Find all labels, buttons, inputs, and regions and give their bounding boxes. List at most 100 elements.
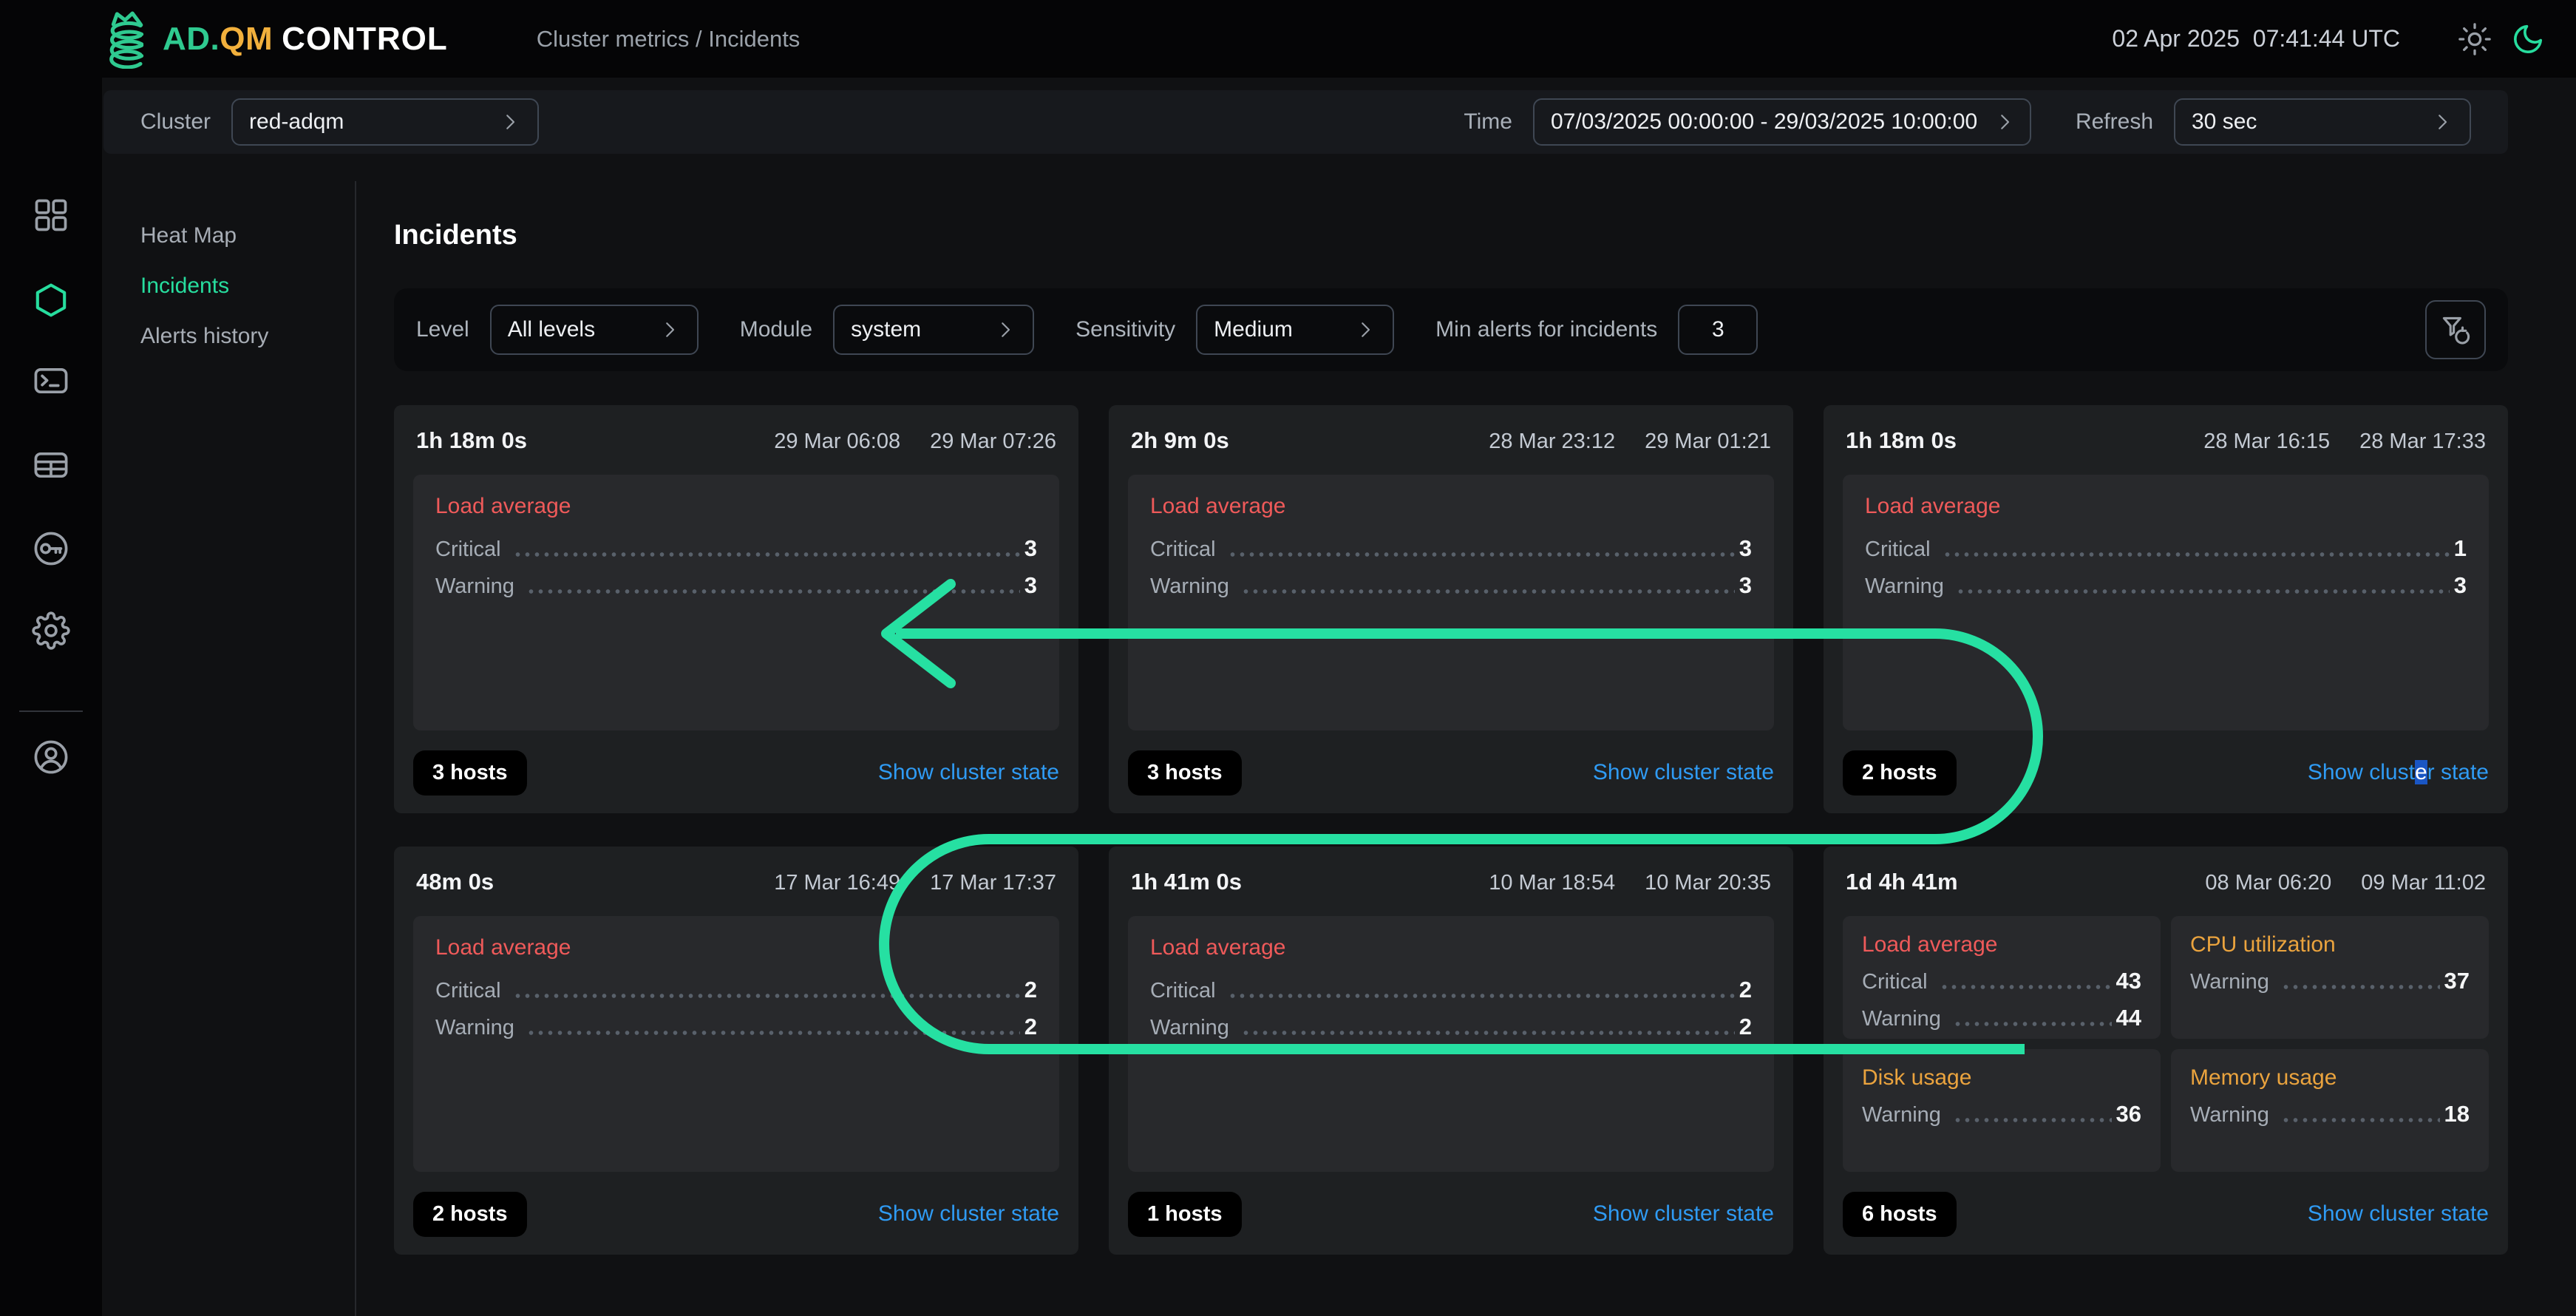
utc-clock: 02 Apr 2025 07:41:44 UTC	[2112, 25, 2400, 52]
breadcrumb[interactable]: Cluster metrics / Incidents	[537, 26, 801, 52]
metric-row: Warning3	[435, 572, 1037, 599]
refresh-select[interactable]: 30 sec	[2174, 98, 2471, 146]
chevron-right-icon	[1338, 319, 1376, 341]
cluster-select-value: red-adqm	[249, 109, 344, 135]
hosts-badge: 2 hosts	[1843, 750, 1957, 796]
metric-value: 2	[1739, 1014, 1752, 1040]
menu-item-heat-map[interactable]: Heat Map	[102, 211, 353, 261]
metric-value: 3	[1024, 535, 1037, 562]
metric-panel: Memory usageWarning18	[2171, 1049, 2489, 1172]
dotted-leader	[513, 994, 1020, 998]
sensitivity-select[interactable]: Medium	[1196, 305, 1394, 355]
incident-card-header: 1h 18m 0s29 Mar 06:0829 Mar 07:26	[413, 427, 1059, 454]
refresh-value: 30 sec	[2192, 109, 2257, 135]
module-value: system	[851, 317, 921, 342]
chevron-right-icon	[2415, 111, 2453, 133]
page-title: Incidents	[394, 220, 2508, 251]
metric-value: 2	[1024, 1014, 1037, 1040]
sidebar	[0, 0, 102, 1316]
incident-start-time: 10 Mar 18:54	[1489, 871, 1615, 895]
metric-value: 3	[1739, 572, 1752, 599]
metric-row: Critical2	[1150, 977, 1752, 1003]
cluster-toolbar: Cluster red-adqm Time 07/03/2025 00:00:0…	[103, 90, 2508, 154]
hosts-badge: 3 hosts	[1128, 750, 1242, 796]
sidebar-item-settings[interactable]	[32, 611, 70, 650]
metric-row: Warning3	[1865, 572, 2467, 599]
incident-dates: 28 Mar 16:1528 Mar 17:33	[2203, 430, 2486, 454]
incident-dates: 17 Mar 16:4917 Mar 17:37	[774, 871, 1056, 895]
incident-card: 48m 0s17 Mar 16:4917 Mar 17:37Load avera…	[394, 847, 1078, 1255]
moon-icon[interactable]	[2511, 22, 2545, 56]
terminal-icon	[32, 362, 70, 400]
menu-item-alerts-history[interactable]: Alerts history	[102, 311, 353, 362]
sidebar-item-incidents[interactable]	[32, 281, 70, 319]
incident-end-time: 10 Mar 20:35	[1645, 871, 1771, 895]
dotted-leader	[1241, 1031, 1735, 1035]
metric-panel: Load averageCritical2Warning2	[413, 916, 1059, 1172]
sidebar-item-dashboard[interactable]	[32, 196, 70, 234]
metric-label: Warning	[1862, 1007, 1941, 1031]
metric-label: Warning	[435, 1016, 514, 1040]
incident-dates: 10 Mar 18:54 10 Mar 20:35	[1489, 871, 1771, 895]
time-label: Time	[1464, 109, 1512, 135]
metric-value: 2	[1739, 977, 1752, 1003]
metric-row: Warning 2	[435, 1014, 1037, 1040]
module-select[interactable]: system	[833, 305, 1034, 355]
incidents-grid: 1h 18m 0s29 Mar 06:0829 Mar 07:26 Load av…	[394, 405, 2508, 1255]
link-text: r state	[2427, 760, 2489, 784]
chevron-right-icon	[1977, 111, 2016, 133]
metric-value: 18	[2444, 1101, 2470, 1127]
sidebar-item-terminal[interactable]	[32, 362, 70, 400]
app-logo-text: AD.QMCONTROL	[163, 21, 448, 58]
app-logo[interactable]: AD.QMCONTROL	[96, 10, 448, 69]
min-alerts-input[interactable]	[1678, 305, 1758, 355]
app-header: AD.QMCONTROL Cluster metrics / Incidents…	[0, 0, 2576, 78]
incident-dates: 29 Mar 06:0829 Mar 07:26	[774, 430, 1056, 454]
incident-end-time: 29 Mar 07:26	[930, 430, 1056, 454]
cluster-select[interactable]: red-adqm	[231, 98, 539, 146]
header-right: 02 Apr 2025 07:41:44 UTC	[2112, 22, 2545, 56]
incident-duration: 1d 4h 41m	[1846, 869, 1958, 895]
incident-metrics: Load averageCritical2Warning2	[413, 916, 1059, 1172]
metric-panel: Load averageCritical43Warning44	[1843, 916, 2161, 1039]
incident-metrics: Load averageCritical1Warning3	[1843, 475, 2489, 730]
metric-row: Warning 44	[1862, 1005, 2141, 1031]
reset-filters-button[interactable]	[2425, 300, 2486, 359]
dashboard-icon	[32, 196, 70, 234]
sidebar-item-account[interactable]	[32, 738, 70, 776]
sidebar-item-access[interactable]	[32, 529, 70, 568]
min-alerts-label: Min alerts for incidents	[1435, 317, 1657, 342]
sun-icon[interactable]	[2458, 22, 2492, 56]
level-select[interactable]: All levels	[490, 305, 699, 355]
filter-bar: Level All levels Module system Sensitivi…	[394, 288, 2508, 371]
metric-value: 2	[1024, 977, 1037, 1003]
gear-icon	[32, 611, 70, 650]
incident-end-time: 29 Mar 01:21	[1645, 430, 1771, 454]
incident-card-header: 2h 9m 0s28 Mar 23:1229 Mar 01:21	[1128, 427, 1774, 454]
dotted-leader	[526, 1031, 1020, 1035]
metric-label: Warning	[1150, 1016, 1229, 1040]
incident-card-header: 1h 18m 0s28 Mar 16:1528 Mar 17:33	[1843, 427, 2489, 454]
show-cluster-state-link[interactable]: Show cluster state	[1593, 1201, 1774, 1227]
metric-row: Critical2	[435, 977, 1037, 1003]
metric-value: 3	[2454, 572, 2467, 599]
hosts-badge: 1 hosts	[1128, 1192, 1242, 1237]
sidebar-item-tables[interactable]	[32, 446, 70, 484]
time-range-select[interactable]: 07/03/2025 00:00:00 - 29/03/2025 10:00:0…	[1533, 98, 2031, 146]
incident-duration: 48m 0s	[416, 869, 494, 895]
show-cluster-state-link[interactable]: Show cluster state	[878, 1201, 1059, 1227]
incident-card: 1h 41m 0s10 Mar 18:5410 Mar 20:35Load av…	[1109, 847, 1793, 1255]
incident-start-time: 08 Mar 06:20	[2205, 871, 2331, 895]
cluster-label: Cluster	[140, 109, 211, 135]
show-cluster-state-link[interactable]: Show cluster state	[878, 760, 1059, 785]
menu-item-incidents[interactable]: Incidents	[102, 261, 353, 311]
show-cluster-state-link[interactable]: Show cluster state	[2308, 1201, 2489, 1227]
metric-row: Critical43	[1862, 968, 2141, 994]
dotted-leader	[1228, 994, 1735, 998]
show-cluster-state-link[interactable]: Show cluster state	[1593, 760, 1774, 785]
show-cluster-state-link[interactable]: Show cluster state	[2308, 760, 2489, 785]
content: Incidents Level All levels Module system…	[394, 181, 2508, 1255]
dotted-leader	[2281, 985, 2440, 989]
metric-value: 44	[2116, 1005, 2141, 1031]
dotted-leader	[2281, 1118, 2440, 1122]
